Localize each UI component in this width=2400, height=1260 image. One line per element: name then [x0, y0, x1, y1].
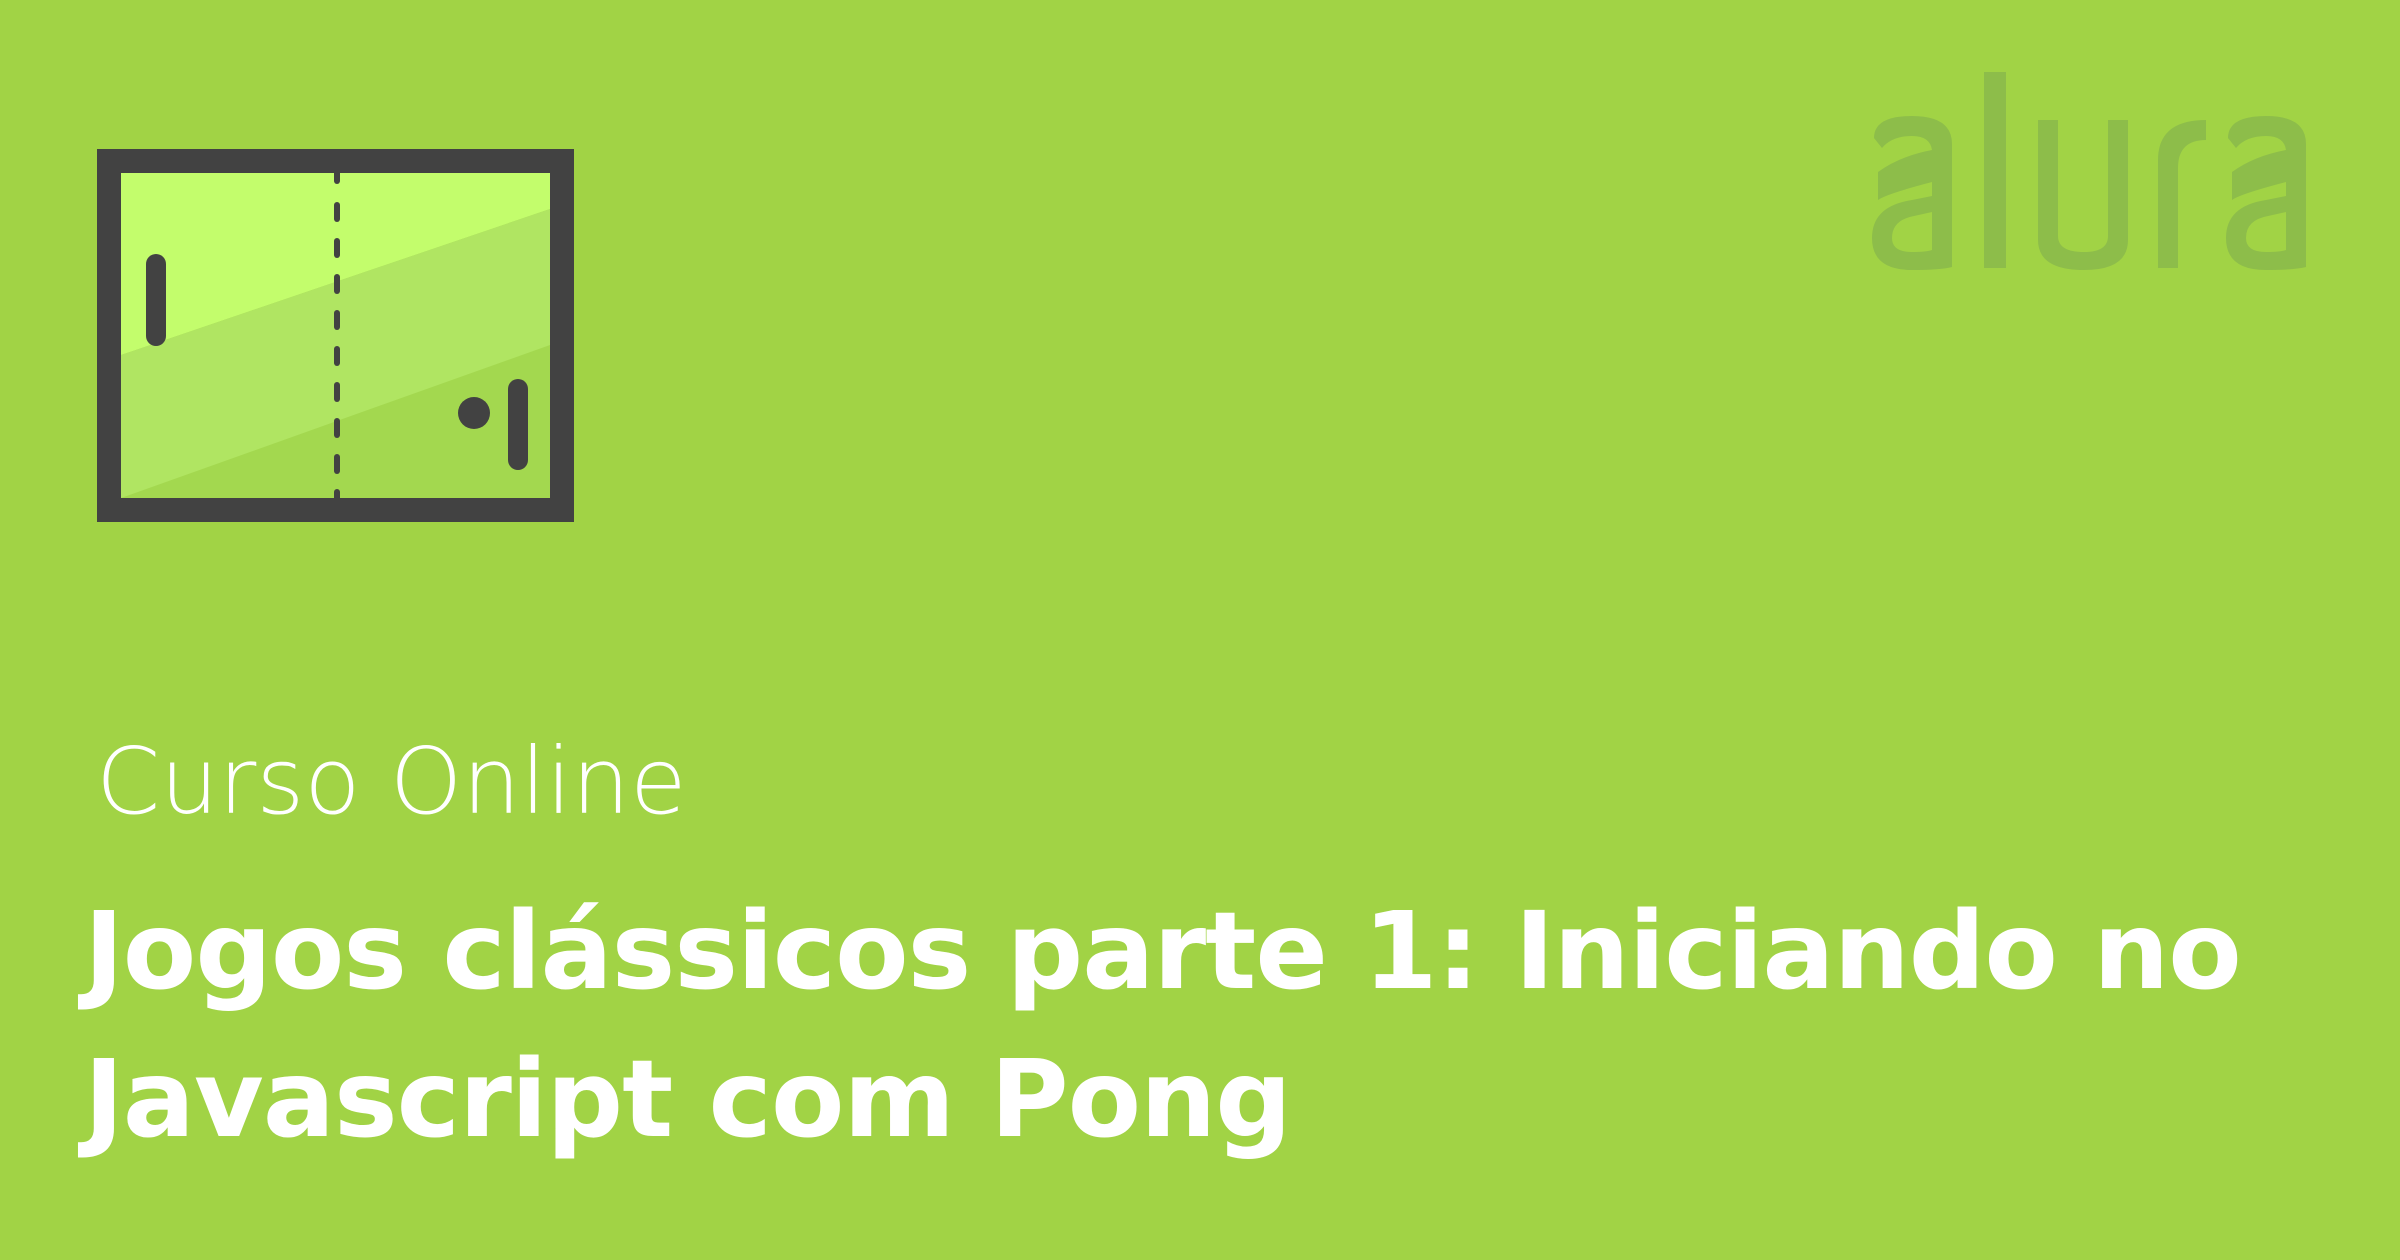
course-type-label: Curso Online: [96, 728, 687, 835]
course-title-line-1: Jogos clássicos parte 1: Iniciando no: [84, 890, 2242, 1014]
course-title-line-2: Javascript com Pong: [84, 1038, 1292, 1162]
pong-game-icon: [97, 149, 574, 522]
alura-logo: [1872, 72, 2306, 270]
course-title: Jogos clássicos parte 1: Iniciando no Ja…: [84, 878, 2384, 1174]
